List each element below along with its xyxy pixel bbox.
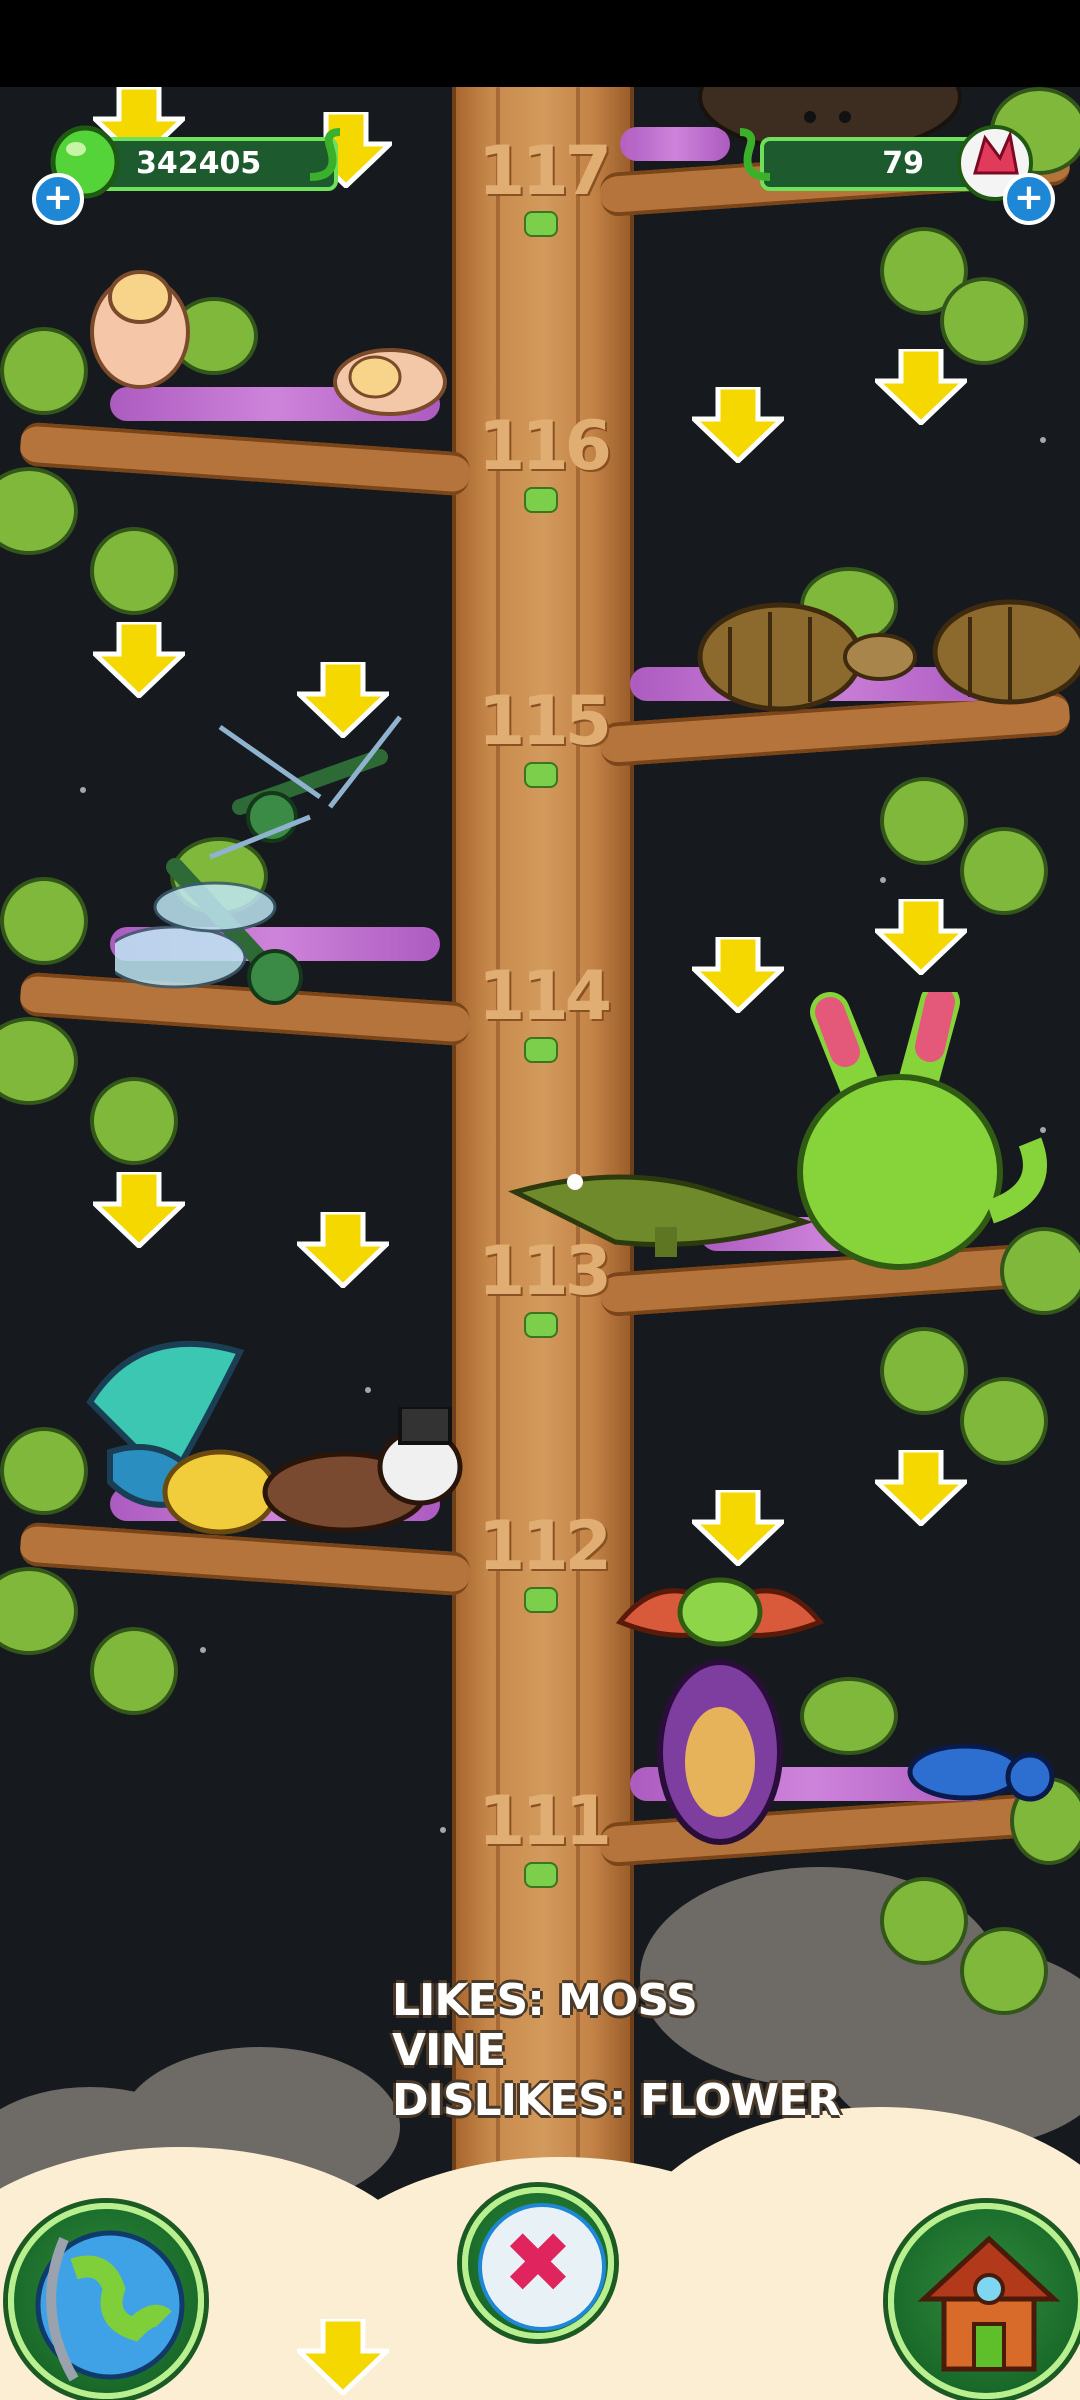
status-bar xyxy=(0,0,1080,87)
leaf xyxy=(90,1077,178,1165)
down-arrow-icon[interactable] xyxy=(875,899,967,975)
pink-snail-creature[interactable] xyxy=(330,337,460,417)
level-number: 117 xyxy=(478,132,612,211)
armadillo-creatures[interactable] xyxy=(690,587,1080,717)
down-arrow-icon[interactable] xyxy=(875,1450,967,1526)
leaf xyxy=(0,467,78,555)
cat-marker-icon xyxy=(524,1862,558,1888)
globe-icon xyxy=(35,2230,185,2382)
dog-with-hat-creature[interactable] xyxy=(255,1407,485,1547)
leaf xyxy=(960,827,1048,915)
purple-plant-creature[interactable] xyxy=(600,1552,840,1862)
close-icon: ✖ xyxy=(502,2214,574,2312)
down-arrow-icon[interactable] xyxy=(875,349,967,425)
down-arrow-icon[interactable] xyxy=(692,387,784,463)
world-map-button[interactable] xyxy=(8,2203,204,2399)
star xyxy=(80,787,86,793)
level-number: 116 xyxy=(478,407,612,486)
leaf xyxy=(90,527,178,615)
down-arrow-icon[interactable] xyxy=(297,2319,389,2395)
cat-marker-icon xyxy=(524,1587,558,1613)
close-button[interactable]: ✖ xyxy=(462,2187,614,2339)
home-button[interactable] xyxy=(888,2203,1080,2399)
leaf xyxy=(0,1017,78,1105)
vine-icon xyxy=(309,128,341,181)
game-scene[interactable]: 117 116 115 114 113 112 111 342405 + 79 … xyxy=(0,87,1080,2400)
branch xyxy=(19,421,471,497)
level-number: 115 xyxy=(478,682,612,761)
vine-icon xyxy=(739,128,771,181)
pink-creature[interactable] xyxy=(75,257,205,397)
level-number: 111 xyxy=(478,1782,612,1861)
star xyxy=(440,1827,446,1833)
leaf xyxy=(880,1877,968,1965)
down-arrow-icon[interactable] xyxy=(93,1172,185,1248)
add-crystals-button[interactable]: + xyxy=(1003,173,1055,225)
cat-marker-icon xyxy=(524,762,558,788)
down-arrow-icon[interactable] xyxy=(692,1490,784,1566)
green-bunny-creature[interactable] xyxy=(790,992,1050,1282)
star xyxy=(200,1647,206,1653)
crystal-counter-bar: 79 xyxy=(760,137,978,191)
leaf xyxy=(0,1567,78,1655)
star xyxy=(365,1387,371,1393)
likes-text-continued: VINE xyxy=(392,2025,506,2076)
leaf xyxy=(90,1627,178,1715)
down-arrow-icon[interactable] xyxy=(93,622,185,698)
gem-count: 342405 xyxy=(136,146,262,181)
level-number: 114 xyxy=(478,957,612,1036)
leaf xyxy=(960,1927,1048,2015)
dislikes-text: DISLIKES: FLOWER xyxy=(392,2075,841,2126)
add-gems-button[interactable]: + xyxy=(32,173,84,225)
down-arrow-icon[interactable] xyxy=(692,937,784,1013)
star xyxy=(1040,437,1046,443)
leaf xyxy=(880,777,968,865)
star xyxy=(880,877,886,883)
bluebird-creature[interactable] xyxy=(905,1732,1065,1822)
cat-marker-icon xyxy=(524,487,558,513)
leaf xyxy=(960,1377,1048,1465)
cat-marker-icon xyxy=(524,1312,558,1338)
cat-marker-icon xyxy=(524,1037,558,1063)
down-arrow-icon[interactable] xyxy=(297,1212,389,1288)
likes-text: LIKES: MOSS xyxy=(392,1975,698,2026)
down-arrow-icon[interactable] xyxy=(297,662,389,738)
crystal-count: 79 xyxy=(882,146,924,181)
house-icon xyxy=(917,2235,1061,2372)
leaf xyxy=(880,1327,968,1415)
leaf xyxy=(0,877,88,965)
level-number: 112 xyxy=(478,1507,612,1586)
crocodile-creature[interactable] xyxy=(505,1152,825,1262)
cat-marker-icon xyxy=(524,211,558,237)
dragonfly-creature[interactable] xyxy=(115,847,335,1027)
